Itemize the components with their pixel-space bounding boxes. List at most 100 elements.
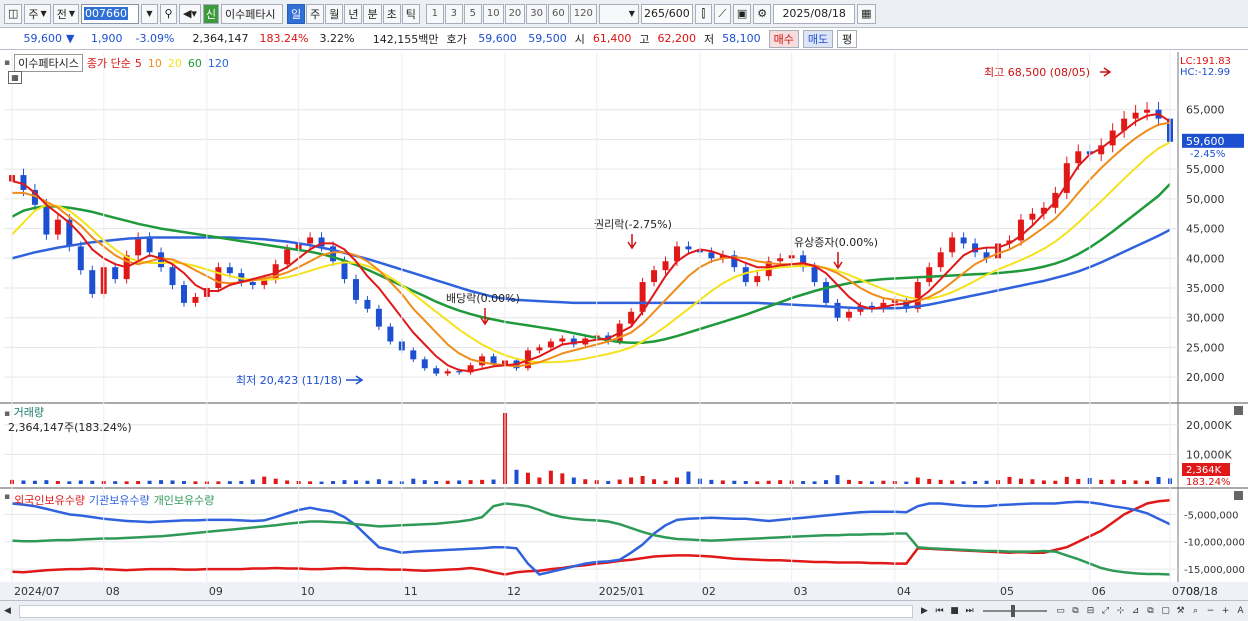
chart-layout-icon[interactable]: ◫ [4,3,23,24]
volume-bar [147,480,152,484]
text-size-icon[interactable]: A [1235,606,1246,617]
sound-icon[interactable]: ◀▾ [178,3,201,24]
calendar-icon[interactable]: ▦ [857,3,876,24]
period-select[interactable]: 주 ▼ [24,3,51,24]
chart-area[interactable]: 65,00060,00055,00050,00045,00040,00035,0… [0,52,1248,600]
window-icon[interactable]: ▢ [1160,606,1171,617]
stock-code-input[interactable]: 007660 [80,3,139,24]
save-icon[interactable]: ▣ [732,3,752,24]
fit-icon[interactable]: ⤢ [1100,606,1111,617]
interval-tab-1[interactable]: 1 [425,3,444,24]
line-type-icon[interactable]: ⟋ [713,3,731,24]
buy-button[interactable]: 매수 [768,29,799,48]
volume-bar [411,478,416,484]
stock-name-field[interactable]: 이수페타시 [220,3,283,24]
split-icon[interactable]: ⊟ [1085,606,1096,617]
candle-body [112,267,119,280]
volume-bar [1122,480,1127,484]
volume-bar [1145,480,1150,484]
code-dropdown-button[interactable]: ▼ [140,3,158,24]
period-tab-6[interactable]: 틱 [401,3,420,24]
volume-bar [480,479,485,484]
period-tab-0[interactable]: 일 [286,3,306,24]
price-tick-label: 55,000 [1186,163,1225,176]
stop-icon[interactable]: ■ [949,606,960,617]
volume-bar [709,479,714,484]
volume-bar [285,480,290,484]
count-field[interactable]: 265/600 [640,3,693,24]
candle-body [352,279,359,300]
scroll-right-icon[interactable]: ▶ [919,606,930,617]
gear-icon[interactable]: ⚙ [753,3,772,24]
status-bar: ◀ ▶ ⏮ ■ ⏭ ▭ ⧉ ⊟ ⤢ ⊹ ⊿ ⧉ ▢ ⚒ ⌕ − + A [0,600,1248,621]
interval-tab-20[interactable]: 20 [504,3,526,24]
zoom-slider-handle[interactable] [1011,605,1015,617]
price-tick-label: 65,000 [1186,104,1225,117]
volume-bar [55,481,60,484]
chart-canvas[interactable]: 65,00060,00055,00050,00045,00040,00035,0… [0,52,1248,600]
volume-bar [1007,476,1012,484]
volume-bar [193,481,198,484]
volume-bar [514,469,519,484]
prev-button[interactable]: 전 ▼ [52,3,79,24]
holdings-tick-label: -5,000,000 [1184,510,1239,521]
volume-bar [961,481,966,484]
candle-body [823,282,830,303]
first-icon[interactable]: ⏮ [934,606,945,617]
magnify-icon[interactable]: ⌕ [1190,606,1201,617]
interval-tab-5[interactable]: 5 [463,3,482,24]
date-field[interactable]: 2025/08/18 [773,3,856,24]
volume-bar [846,479,851,484]
volume-bar [1030,479,1035,484]
volume-bar [835,475,840,484]
period-tab-2[interactable]: 월 [325,3,344,24]
crosshair-icon[interactable]: ⊹ [1115,606,1126,617]
capital-annotation: 유상증자(0.00%) [794,236,878,249]
horizontal-scrollbar[interactable] [19,604,913,618]
zoom-slider[interactable] [983,605,1047,617]
period-tabs: 일주월년분초틱 [286,3,420,24]
candle-body [43,204,50,235]
compare-icon[interactable]: ⧉ [1070,606,1081,617]
zoom-out-icon[interactable]: − [1205,606,1216,617]
sell-button[interactable]: 매도 [802,29,834,48]
period-tab-5[interactable]: 초 [382,3,401,24]
ruler-icon[interactable]: ⊿ [1130,606,1141,617]
search-icon[interactable]: ⚲ [159,3,177,24]
interval-tab-30[interactable]: 30 [526,3,548,24]
interval-tab-120[interactable]: 120 [569,3,597,24]
volume-bar [904,481,909,484]
period-tab-3[interactable]: 년 [344,3,363,24]
period-tab-4[interactable]: 분 [363,3,382,24]
current-price: 59,600 [23,32,63,45]
grid-toggle-icon[interactable]: ▦ [8,71,22,84]
copy-icon[interactable]: ⧉ [1145,606,1156,617]
scroll-left-icon[interactable]: ◀ [2,606,13,617]
zoom-in-icon[interactable]: + [1220,606,1231,617]
price-stock-name: 이수페타시스 [14,54,83,72]
x-axis-label: 08 [106,585,120,598]
candle-body [1144,109,1151,113]
price-tick-label: 30,000 [1186,312,1225,325]
low-value: 58,100 [722,32,761,45]
last-icon[interactable]: ⏭ [964,606,975,617]
interval-tab-60[interactable]: 60 [548,3,569,24]
count-total: /600 [665,7,690,20]
candle-body [926,267,933,283]
interval-tab-3[interactable]: 3 [444,3,463,24]
low-annotation: 최저 20,423 (11/18) [236,374,342,387]
volume-bar [388,480,393,484]
volume-bar [1018,478,1023,484]
eval-button[interactable]: 평 [837,29,858,48]
price-legend: ▪ 이수페타시스 종가 단순 5 10 20 60 120 [4,54,229,72]
candle-type-icon[interactable]: ⫿ [694,3,712,24]
layout-icon[interactable]: ▭ [1055,606,1066,617]
volume-bar [973,481,978,484]
interval-dropdown[interactable]: ▼ [598,3,639,24]
period-tab-1[interactable]: 주 [306,3,325,24]
interval-tab-10[interactable]: 10 [482,3,504,24]
candle-body [341,261,348,280]
volume-bar [181,481,186,484]
tools-icon[interactable]: ⚒ [1175,606,1186,617]
volume-bar [1076,478,1081,484]
